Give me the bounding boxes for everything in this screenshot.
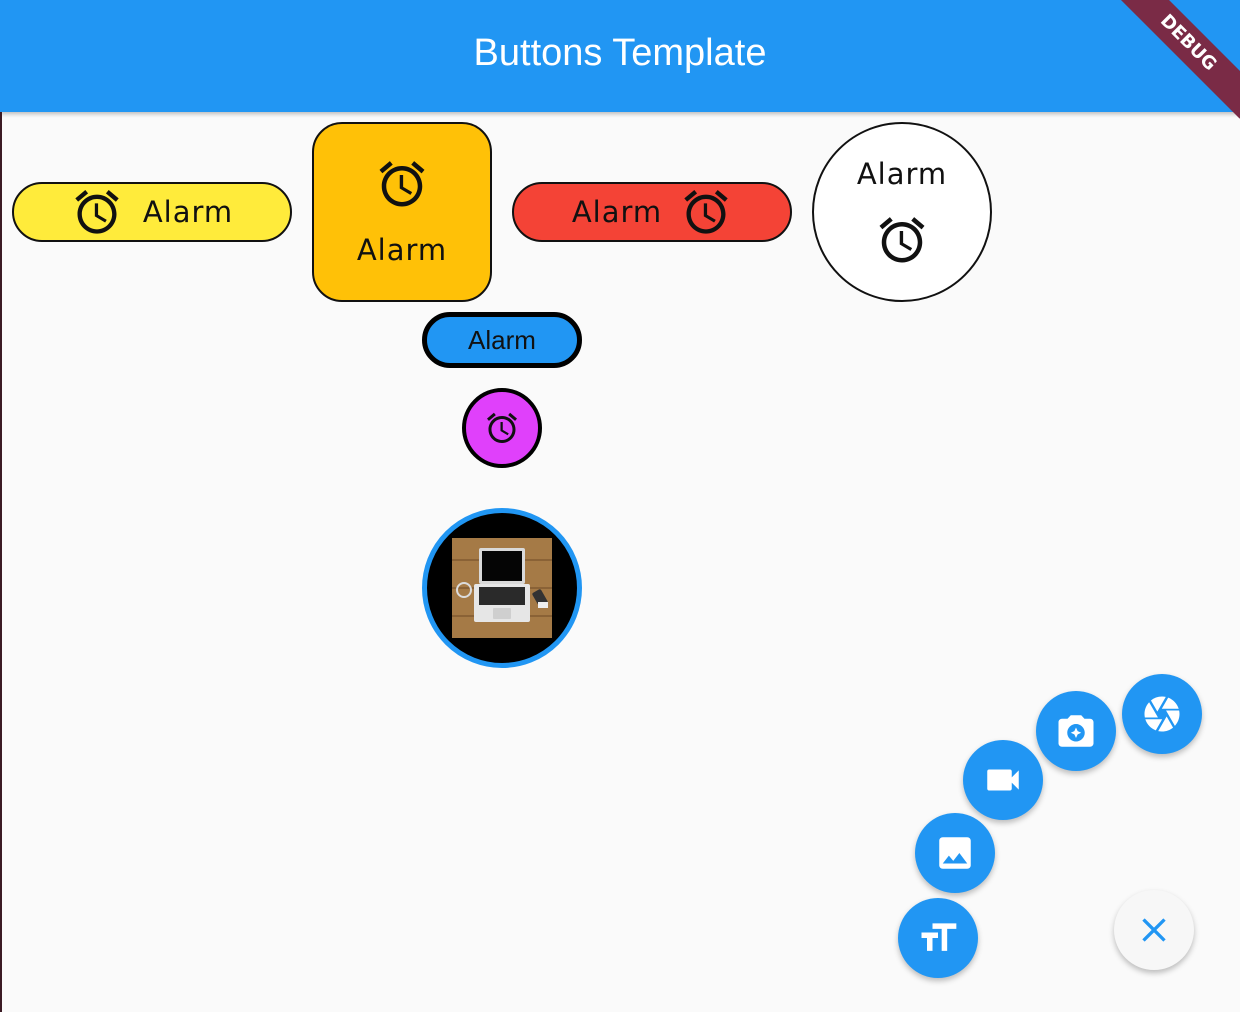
alarm-icon-button[interactable] [462,388,542,468]
close-icon [1134,910,1174,950]
image-icon [934,832,976,874]
alarm-icon [484,410,520,446]
laptop-photo [452,538,552,638]
alarm-button-label: Alarm [356,233,448,267]
alarm-button-label: Alarm [468,324,536,355]
image-fab[interactable] [915,813,995,893]
page-title: Buttons Template [473,32,767,74]
video-fab[interactable] [963,740,1043,820]
close-fab[interactable] [1114,890,1194,970]
app-bar: Buttons Template [0,0,1240,112]
camera-fab[interactable] [1036,691,1116,771]
text-size-fab[interactable] [898,898,978,978]
shutter-icon [1141,693,1183,735]
videocam-icon [982,759,1024,801]
alarm-button-yellow[interactable]: Alarm [12,182,292,242]
alarm-button-label: Alarm [142,195,234,229]
alarm-button-blue[interactable]: Alarm [422,312,582,368]
alarm-icon [375,157,429,211]
alarm-button-red[interactable]: Alarm [512,182,792,242]
alarm-icon [875,213,929,267]
window-edge [0,112,2,1012]
alarm-button-label: Alarm [571,195,663,229]
shutter-fab[interactable] [1122,674,1202,754]
alarm-button-amber[interactable]: Alarm [312,122,492,302]
alarm-button-circle[interactable]: Alarm [812,122,992,302]
camera-icon [1055,710,1097,752]
text-size-icon [916,916,960,960]
alarm-icon [680,186,732,238]
image-button[interactable] [422,508,582,668]
alarm-icon [71,186,123,238]
alarm-button-label: Alarm [856,157,948,191]
